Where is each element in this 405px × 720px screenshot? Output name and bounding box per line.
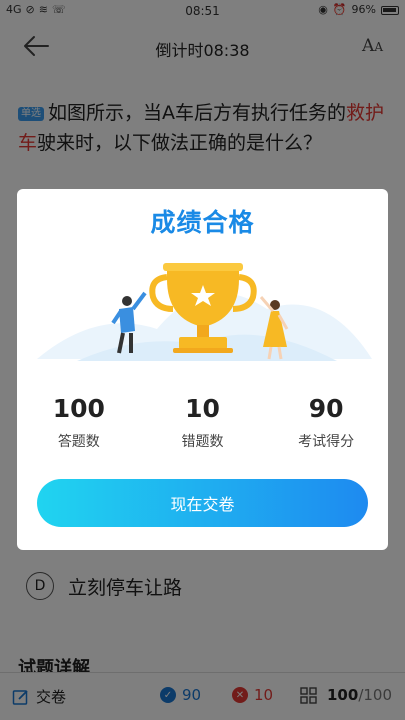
stat-value: 10: [185, 394, 220, 423]
submit-now-button[interactable]: 现在交卷: [37, 479, 368, 527]
result-title: 成绩合格: [150, 208, 255, 237]
result-dialog: 成绩合格 100 答题数 10 错题数 90 考试得分 现在交卷: [17, 189, 388, 550]
stat-wrong: 10 错题数: [141, 394, 265, 451]
stat-label: 答题数: [57, 434, 100, 450]
stat-answered: 100 答题数: [17, 394, 141, 451]
stat-value: 100: [52, 394, 105, 423]
result-stats: 100 答题数 10 错题数 90 考试得分: [17, 394, 388, 451]
trophy-illustration: [37, 263, 372, 361]
stat-score: 90 考试得分: [264, 394, 388, 451]
stat-value: 90: [308, 394, 344, 423]
stat-label: 错题数: [181, 434, 224, 450]
stat-label: 考试得分: [298, 434, 355, 450]
